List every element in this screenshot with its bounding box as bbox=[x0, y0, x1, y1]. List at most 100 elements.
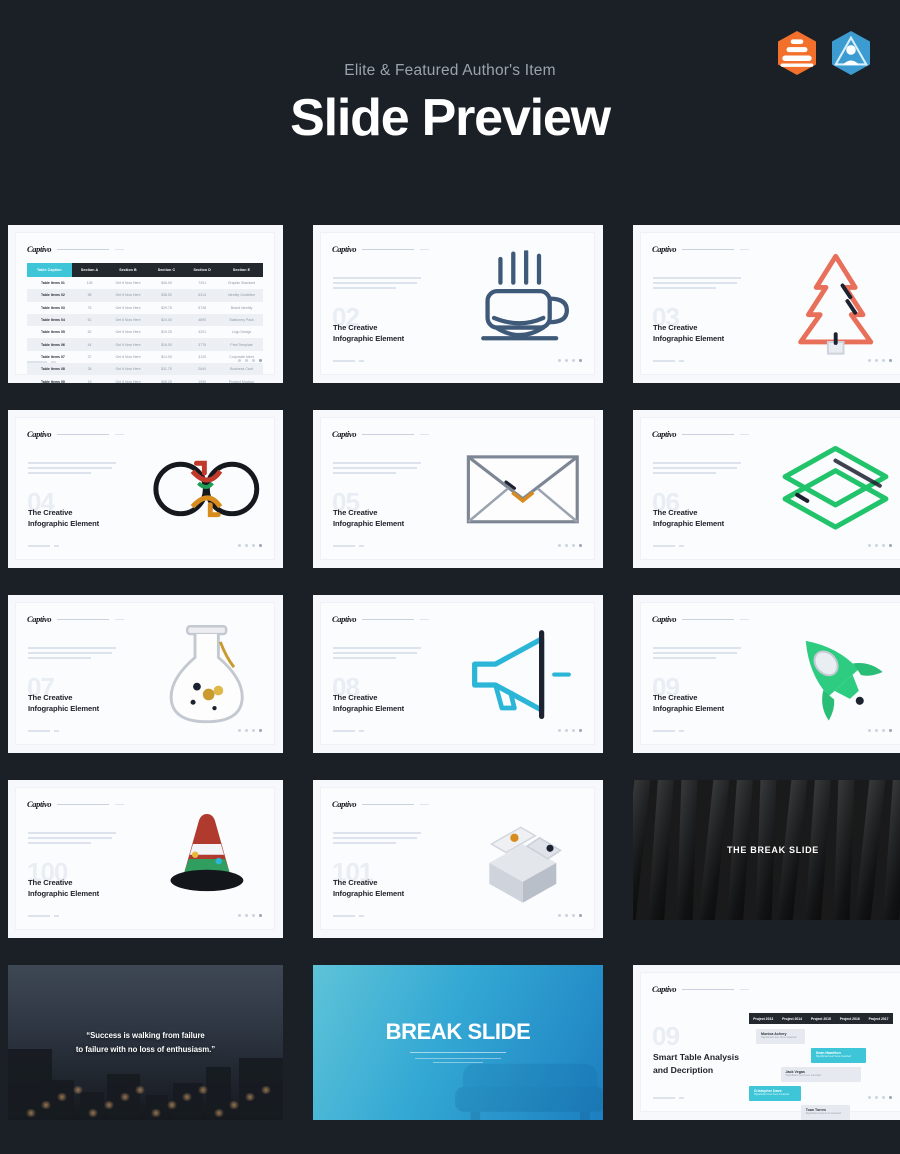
cta-stub[interactable] bbox=[653, 545, 684, 547]
sync-loop-icon bbox=[147, 435, 266, 542]
table-cell: 37 bbox=[87, 354, 92, 359]
elite-stack-icon bbox=[780, 39, 814, 67]
slide-thumb-10[interactable]: Captivo 100 The Creative Infographic Ele… bbox=[8, 780, 283, 938]
table-cell: 52 bbox=[87, 330, 92, 335]
logo-divider-short bbox=[115, 248, 125, 250]
elite-author-badge[interactable] bbox=[776, 30, 818, 76]
slide-thumb-03[interactable]: Captivo 03 The Creative Infographic Elem… bbox=[633, 225, 900, 383]
table-row: Table Items 03 75 Get It Now Here $29.75 572… bbox=[27, 302, 263, 314]
slide-caption: The Creative Infographic Element bbox=[28, 693, 100, 713]
gantt-bar[interactable]: Toan Torres Significant text here inserte… bbox=[800, 1105, 850, 1120]
cta-stub[interactable] bbox=[653, 360, 684, 362]
gantt-column-header: Project 2016 bbox=[839, 1016, 860, 1021]
slide-thumb-15[interactable]: Captivo Project 2013 Project 2014 Project … bbox=[633, 965, 900, 1120]
cta-stub[interactable] bbox=[333, 915, 364, 917]
pagination-dots[interactable] bbox=[238, 914, 262, 917]
table-cell: $29.75 bbox=[161, 305, 172, 310]
slide-logo: Captivo bbox=[652, 429, 750, 439]
pagination-dots[interactable] bbox=[558, 544, 582, 547]
gantt-bar[interactable]: Jack Vegas Significant text here inserted bbox=[780, 1067, 862, 1082]
slide-caption: The Creative Infographic Element bbox=[333, 693, 405, 713]
table-cell: Get It Now Here bbox=[115, 318, 141, 323]
pagination-dots[interactable] bbox=[238, 729, 262, 732]
slide-thumb-07[interactable]: Captivo 07 The Creative Infographic Elem… bbox=[8, 595, 283, 753]
author-badges bbox=[776, 30, 872, 76]
featured-author-badge[interactable] bbox=[830, 30, 872, 76]
table-cell: $14.00 bbox=[161, 354, 172, 359]
cta-stub[interactable] bbox=[28, 730, 59, 732]
cta-stub[interactable] bbox=[28, 915, 59, 917]
table-cell: Table Items 06 bbox=[41, 342, 65, 347]
table-footer-stub[interactable] bbox=[27, 361, 56, 363]
table-cell: Stationery Pack bbox=[229, 318, 254, 323]
featured-person-icon bbox=[833, 35, 869, 66]
slide-thumb-13[interactable]: “Success is walking from failure to fail… bbox=[8, 965, 283, 1120]
slide-thumb-08[interactable]: Captivo 08 The Creative Infographic Elem… bbox=[313, 595, 603, 753]
logo-divider bbox=[57, 248, 110, 250]
table-row: Table Items 01 126 Get It Now Here $46.00 72… bbox=[27, 277, 263, 289]
slide-thumb-02[interactable]: Captivo 02 The Creative Infographic Elem… bbox=[313, 225, 603, 383]
cta-stub[interactable] bbox=[333, 545, 364, 547]
cta-stub[interactable] bbox=[653, 1097, 684, 1099]
table-cell: 44 bbox=[87, 342, 92, 347]
cta-stub[interactable] bbox=[333, 730, 364, 732]
table-cell: Get It Now Here bbox=[115, 293, 141, 298]
slide-thumb-11[interactable]: Captivo 101 The Creative Infographic Ele… bbox=[313, 780, 603, 938]
table-cell: Get It Now Here bbox=[115, 379, 141, 383]
table-header-cell: Section C bbox=[148, 263, 185, 277]
cta-stub[interactable] bbox=[333, 360, 364, 362]
table-cell: Graphic Standard bbox=[227, 281, 256, 286]
table-cell: $46.00 bbox=[161, 281, 172, 286]
slide-thumb-12[interactable]: THE BREAK SLIDE bbox=[633, 780, 900, 938]
subtitle-lines bbox=[415, 1057, 501, 1067]
gantt-bar-desc: Significant text here inserted bbox=[761, 1034, 797, 1039]
table-cell: 3775 bbox=[198, 342, 207, 347]
cta-stub[interactable] bbox=[653, 730, 684, 732]
pagination-dots[interactable] bbox=[868, 729, 892, 732]
gantt-bar[interactable]: Cristopher Dave Significant text here ins… bbox=[748, 1086, 801, 1101]
pagination-dots[interactable] bbox=[558, 359, 582, 362]
gantt-bar-desc: Significant text here inserted bbox=[785, 1072, 821, 1077]
cta-stub[interactable] bbox=[28, 545, 59, 547]
pagination-dots[interactable] bbox=[868, 544, 892, 547]
gantt-column-header: Project 2013 bbox=[753, 1016, 774, 1021]
table-cell: 4890 bbox=[198, 318, 207, 323]
pagination-dots[interactable] bbox=[558, 914, 582, 917]
table-cell: 126 bbox=[86, 281, 93, 286]
slide-thumb-14[interactable]: BREAK SLIDE bbox=[313, 965, 603, 1120]
gantt-bar[interactable]: Monica Achery Significant text here inser… bbox=[756, 1029, 806, 1044]
gantt-bar-desc: Significant text here inserted bbox=[753, 1091, 790, 1096]
table-cell: 19 bbox=[87, 379, 92, 383]
gantt-column-header: Project 2014 bbox=[782, 1016, 803, 1021]
table-header-cell: Table Caption bbox=[27, 263, 72, 277]
slide-caption: The Creative Infographic Element bbox=[333, 508, 405, 528]
body-text-lines bbox=[333, 832, 421, 847]
quote-text: “Success is walking from failure to fail… bbox=[75, 1031, 216, 1054]
table-header-cell: Section A bbox=[71, 263, 108, 277]
table-cell: $08.25 bbox=[161, 379, 172, 383]
slide-thumb-06[interactable]: Captivo 06 The Creative Infographic Elem… bbox=[633, 410, 900, 568]
gantt-bar[interactable]: Sean Hamilton Significant text here inser… bbox=[810, 1048, 866, 1063]
slide-thumb-09[interactable]: Captivo 09 The Creative Infographic Elem… bbox=[633, 595, 900, 753]
envelope-icon bbox=[460, 435, 586, 542]
pagination-dots[interactable] bbox=[868, 359, 892, 362]
body-text-lines bbox=[653, 277, 741, 292]
pagination-dots[interactable] bbox=[238, 544, 262, 547]
slide-thumb-04[interactable]: Captivo 04 The Creative Infographic Elem… bbox=[8, 410, 283, 568]
pagination-dots[interactable] bbox=[558, 729, 582, 732]
slide-thumb-01[interactable]: Captivo Table Caption Section A Section BS… bbox=[8, 225, 283, 383]
dark-break-slide: THE BREAK SLIDE bbox=[633, 780, 900, 920]
table-header-row: Table Caption Section A Section B Section C… bbox=[27, 263, 263, 277]
slide-caption: The Creative Infographic Element bbox=[333, 323, 405, 343]
pagination-dots[interactable] bbox=[238, 359, 262, 362]
pagination-dots[interactable] bbox=[868, 1096, 892, 1099]
slide-thumb-05[interactable]: Captivo 05 The Creative Infographic Elem… bbox=[313, 410, 603, 568]
table-cell: Get It Now Here bbox=[115, 305, 141, 310]
table-cell: Get It Now Here bbox=[115, 354, 141, 359]
break-slide-label: THE BREAK SLIDE bbox=[726, 845, 819, 855]
break-slide-title: BREAK SLIDE bbox=[385, 1018, 531, 1044]
table-cell: Table Items 01 bbox=[41, 281, 65, 286]
table-cell: Table Items 08 bbox=[41, 367, 65, 372]
slide-logo: Captivo bbox=[332, 429, 430, 439]
quote-slide: “Success is walking from failure to fail… bbox=[8, 965, 283, 1120]
